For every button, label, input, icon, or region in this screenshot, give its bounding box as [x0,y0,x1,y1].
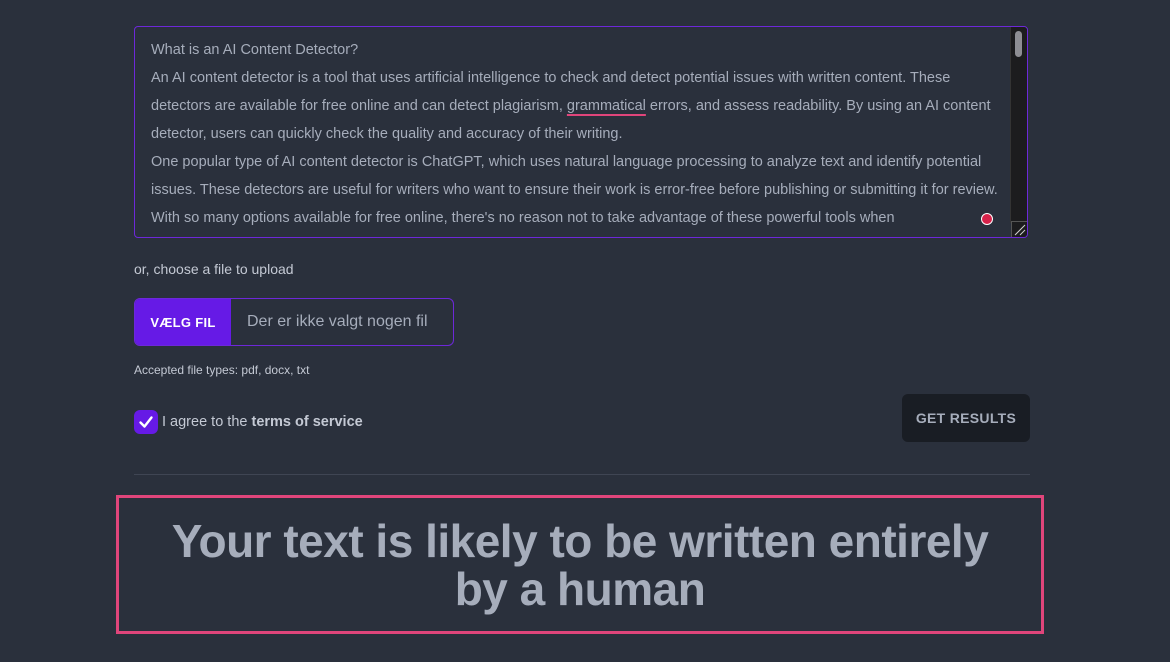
spellcheck-word: grammatical [566,98,646,114]
textarea-text: What is an AI Content Detector? An AI co… [151,36,1011,232]
result-panel: Your text is likely to be written entire… [116,495,1044,634]
grammar-indicator-icon[interactable] [981,213,993,225]
result-line-1: Your text is likely to be written entire… [171,514,989,567]
terms-agreement: I agree to the terms of service [134,410,363,434]
resize-handle-icon[interactable] [1011,221,1027,237]
divider [134,474,1030,475]
file-status-text: Der er ikke valgt nogen fil [247,313,428,330]
file-upload-input[interactable]: VÆLG FIL Der er ikke valgt nogen fil [134,298,454,346]
terms-of-service-link[interactable]: terms of service [251,414,362,430]
checkmark-icon [139,416,153,428]
get-results-button[interactable]: GET RESULTS [902,394,1030,442]
ai-content-detector-page: What is an AI Content Detector? An AI co… [0,0,1170,662]
upload-label: or, choose a file to upload [134,261,294,277]
terms-checkbox[interactable] [134,410,158,434]
content-textarea[interactable]: What is an AI Content Detector? An AI co… [134,26,1028,238]
result-line-2: by a human [454,562,706,615]
textarea-scrollbar[interactable] [1010,27,1027,223]
textarea-paragraph-3: One popular type of AI content detector … [151,154,998,226]
result-message: Your text is likely to be written entire… [172,517,989,613]
textarea-paragraph-2: An AI content detector is a tool that us… [151,64,1011,148]
scrollbar-thumb[interactable] [1015,31,1022,57]
choose-file-button[interactable]: VÆLG FIL [135,299,231,345]
terms-prefix: I agree to the [162,414,252,430]
terms-label: I agree to the terms of service [162,414,363,430]
accepted-file-types: Accepted file types: pdf, docx, txt [134,363,310,377]
textarea-paragraph-1: What is an AI Content Detector? [151,42,359,58]
